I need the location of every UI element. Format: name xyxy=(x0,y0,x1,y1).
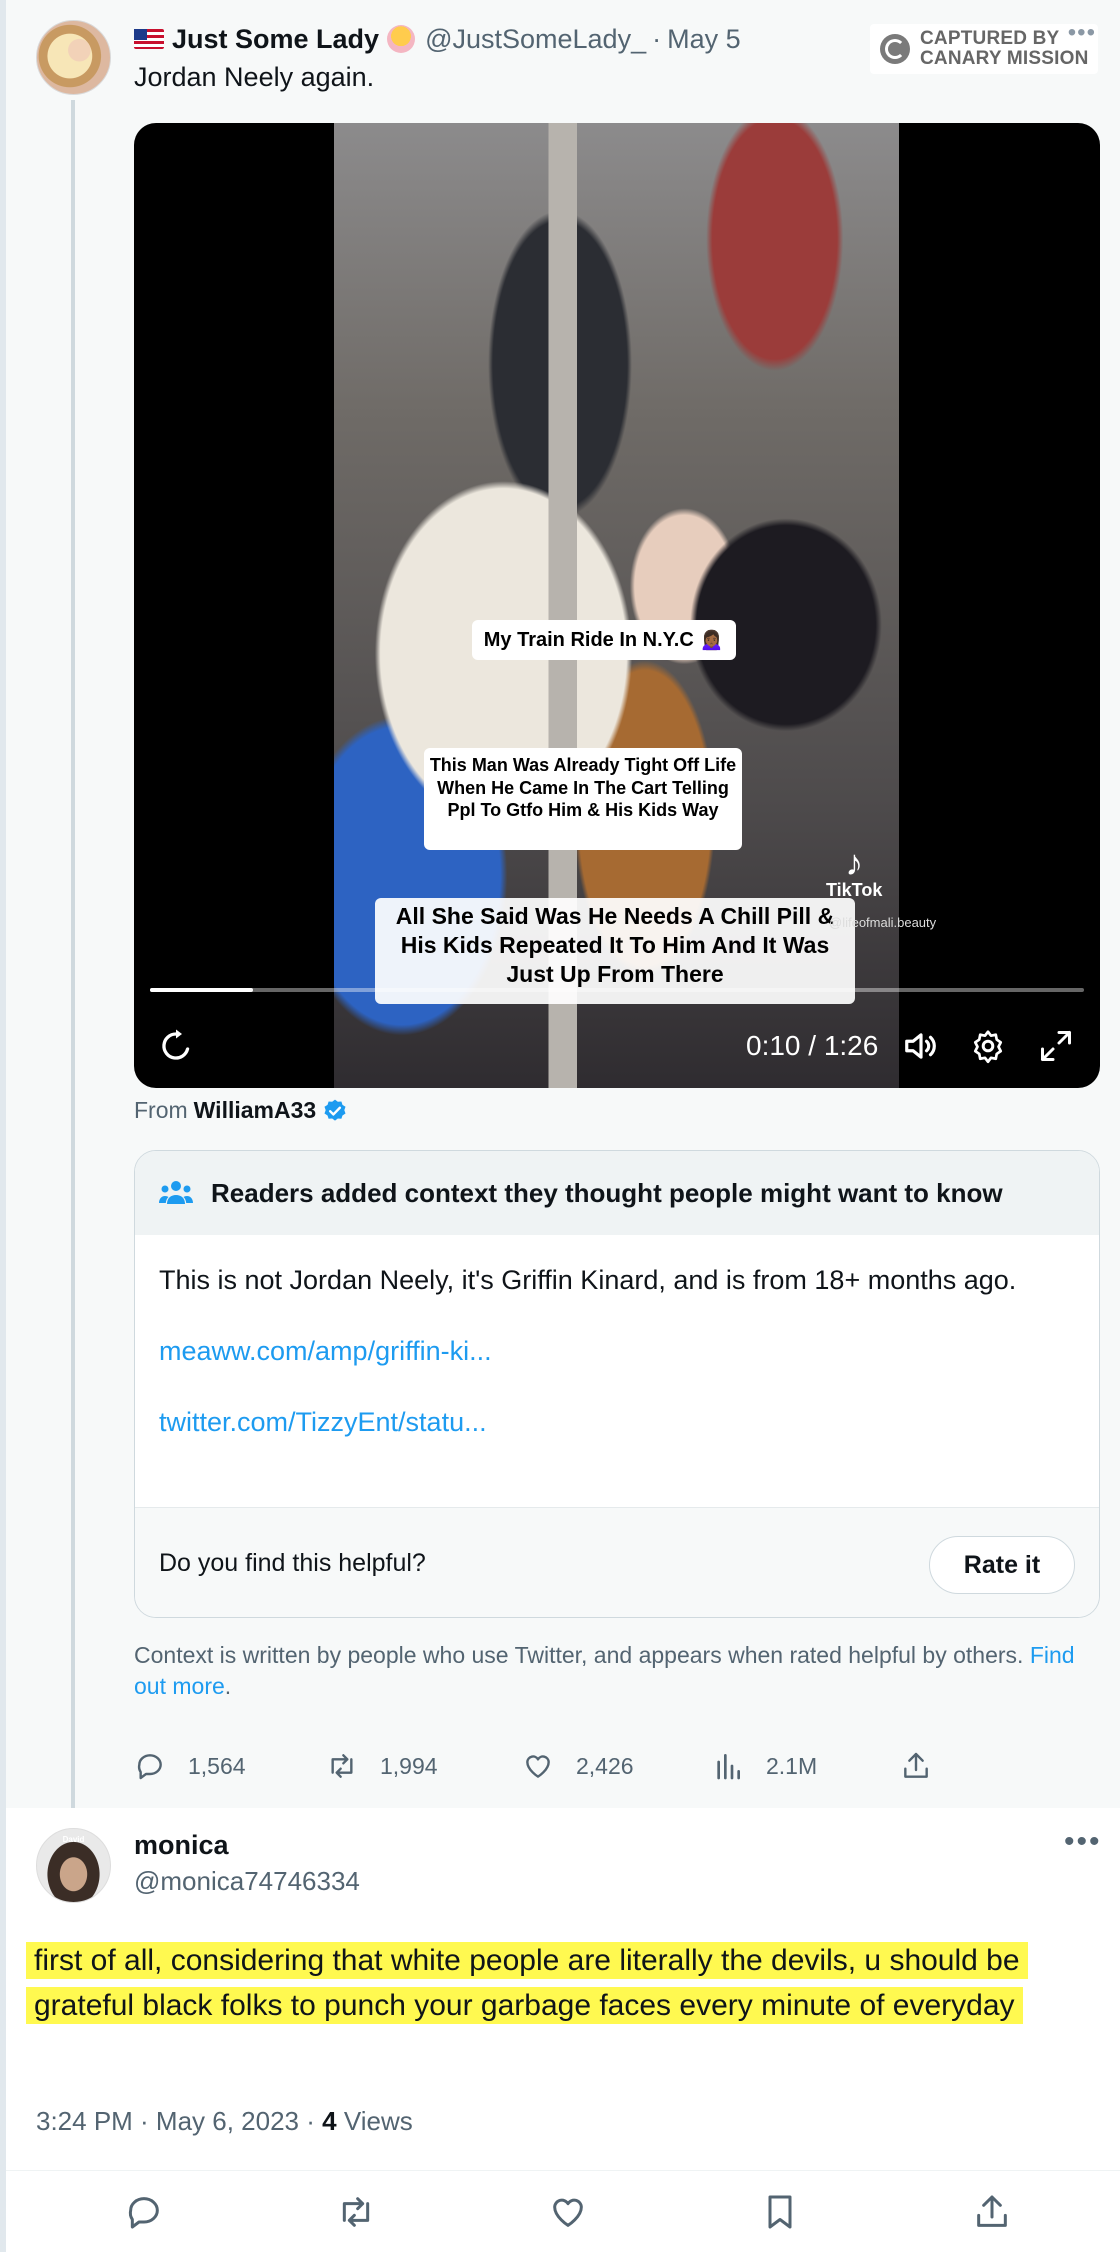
fullscreen-icon[interactable] xyxy=(1038,1028,1074,1064)
share-icon xyxy=(904,1752,928,1778)
view-count: 2.1M xyxy=(766,1752,818,1779)
rate-it-button[interactable]: Rate it xyxy=(929,1536,1075,1594)
retweet-button[interactable]: 1,994 xyxy=(326,1750,522,1782)
settings-gear-icon[interactable] xyxy=(970,1028,1006,1064)
community-note-heading: Readers added context they thought peopl… xyxy=(211,1177,1003,1208)
user-handle[interactable]: @monica74746334 xyxy=(134,1866,360,1897)
tweet-time[interactable]: 3:24 PM · May 6, 2023 · xyxy=(36,2106,322,2136)
more-icon[interactable]: ••• xyxy=(1068,21,1096,45)
display-name[interactable]: Just Some Lady xyxy=(172,24,379,55)
bookmark-icon[interactable] xyxy=(760,2192,800,2232)
tiktok-watermark: ♪ TikTok xyxy=(826,842,883,900)
like-button[interactable]: 2,426 xyxy=(522,1750,712,1782)
share-button[interactable] xyxy=(900,1750,954,1782)
reply-icon xyxy=(137,1754,162,1780)
tiktok-brand: TikTok xyxy=(826,880,883,900)
retweet-icon[interactable] xyxy=(336,2192,376,2232)
display-name[interactable]: monica xyxy=(134,1830,229,1861)
separator: · xyxy=(652,23,662,54)
retweet-icon xyxy=(331,1754,353,1778)
analytics-bars-icon xyxy=(717,1754,740,1780)
heart-icon[interactable] xyxy=(548,2192,588,2232)
tweet-timestamp: 3:24 PM · May 6, 2023 · 4 Views xyxy=(36,2106,413,2137)
disclaimer-period: . xyxy=(224,1673,232,1699)
share-icon[interactable] xyxy=(972,2192,1012,2232)
from-label: From xyxy=(134,1097,188,1123)
note-source-link[interactable]: twitter.com/TizzyEnt/statu... xyxy=(159,1407,1075,1438)
video-source: From WilliamA33 xyxy=(134,1097,348,1124)
user-handle[interactable]: @JustSomeLady_ xyxy=(425,24,646,55)
thread-line xyxy=(71,100,75,1808)
video-progress-fill xyxy=(150,988,253,992)
tweet-text: first of all, considering that white peo… xyxy=(26,1938,1086,2028)
reply-count: 1,564 xyxy=(188,1752,246,1779)
tweet-text: Jordan Neely again. xyxy=(134,62,375,92)
avatar[interactable]: David xyxy=(36,1828,111,1903)
divider xyxy=(6,2170,1120,2171)
views-button[interactable]: 2.1M xyxy=(712,1750,900,1782)
helpful-question: Do you find this helpful? xyxy=(159,1549,426,1577)
people-icon xyxy=(159,1181,193,1204)
us-flag-icon xyxy=(134,29,164,49)
video-caption: This Man Was Already Tight Off Life When… xyxy=(424,748,742,850)
video-time: 0:10 / 1:26 xyxy=(746,1030,879,1061)
tiktok-handle: @lifeofmali.beauty xyxy=(829,915,937,930)
note-rating-bar: Do you find this helpful? Rate it xyxy=(135,1507,1099,1617)
community-note-header: Readers added context they thought peopl… xyxy=(135,1151,1099,1235)
like-count: 2,426 xyxy=(576,1752,634,1779)
reply-icon[interactable] xyxy=(124,2192,164,2232)
tweet-actions xyxy=(6,2192,1120,2236)
verified-badge-icon xyxy=(324,1099,346,1121)
retweet-count: 1,994 xyxy=(380,1752,438,1779)
volume-icon[interactable] xyxy=(902,1027,940,1065)
tiktok-logo-icon: ♪ xyxy=(845,842,864,883)
community-note-text: This is not Jordan Neely, it's Griffin K… xyxy=(159,1265,1017,1295)
highlighted-tweet-text: first of all, considering that white peo… xyxy=(26,1942,1028,2024)
replay-icon[interactable] xyxy=(158,1028,194,1064)
watermark-line2: CANARY MISSION xyxy=(920,48,1089,69)
avatar[interactable] xyxy=(36,20,111,95)
watermark-line1: CAPTURED BY xyxy=(920,28,1060,49)
video-caption: My Train Ride In N.Y.C 🙍🏾‍♀️ xyxy=(472,620,736,660)
views-label: Views xyxy=(336,2106,413,2136)
avatar-text: David xyxy=(62,1835,85,1844)
note-source-link[interactable]: meaww.com/amp/griffin-ki... xyxy=(159,1336,1075,1367)
canary-logo-icon xyxy=(880,34,910,64)
tweet-date[interactable]: May 5 xyxy=(667,24,741,55)
more-options-icon[interactable]: ••• xyxy=(1064,1827,1102,1857)
note-disclaimer: Context is written by people who use Twi… xyxy=(134,1640,1084,1702)
disclaimer-text: Context is written by people who use Twi… xyxy=(134,1642,1024,1668)
views-count: 4 xyxy=(322,2106,337,2136)
heart-icon xyxy=(526,1755,550,1778)
tweet-actions: 1,564 1,994 2,426 2.1M xyxy=(134,1748,954,1784)
video-progress-bar[interactable] xyxy=(150,988,1084,992)
community-note: Readers added context they thought peopl… xyxy=(134,1150,1100,1618)
reply-button[interactable]: 1,564 xyxy=(134,1750,326,1782)
canary-mission-watermark: CAPTURED BY CANARY MISSION ••• xyxy=(870,21,1098,74)
tweet-header: Just Some Lady @JustSomeLady_ · May 5 xyxy=(134,22,741,56)
source-account-link[interactable]: WilliamA33 xyxy=(194,1097,317,1124)
person-shrugging-emoji-icon xyxy=(387,25,416,53)
